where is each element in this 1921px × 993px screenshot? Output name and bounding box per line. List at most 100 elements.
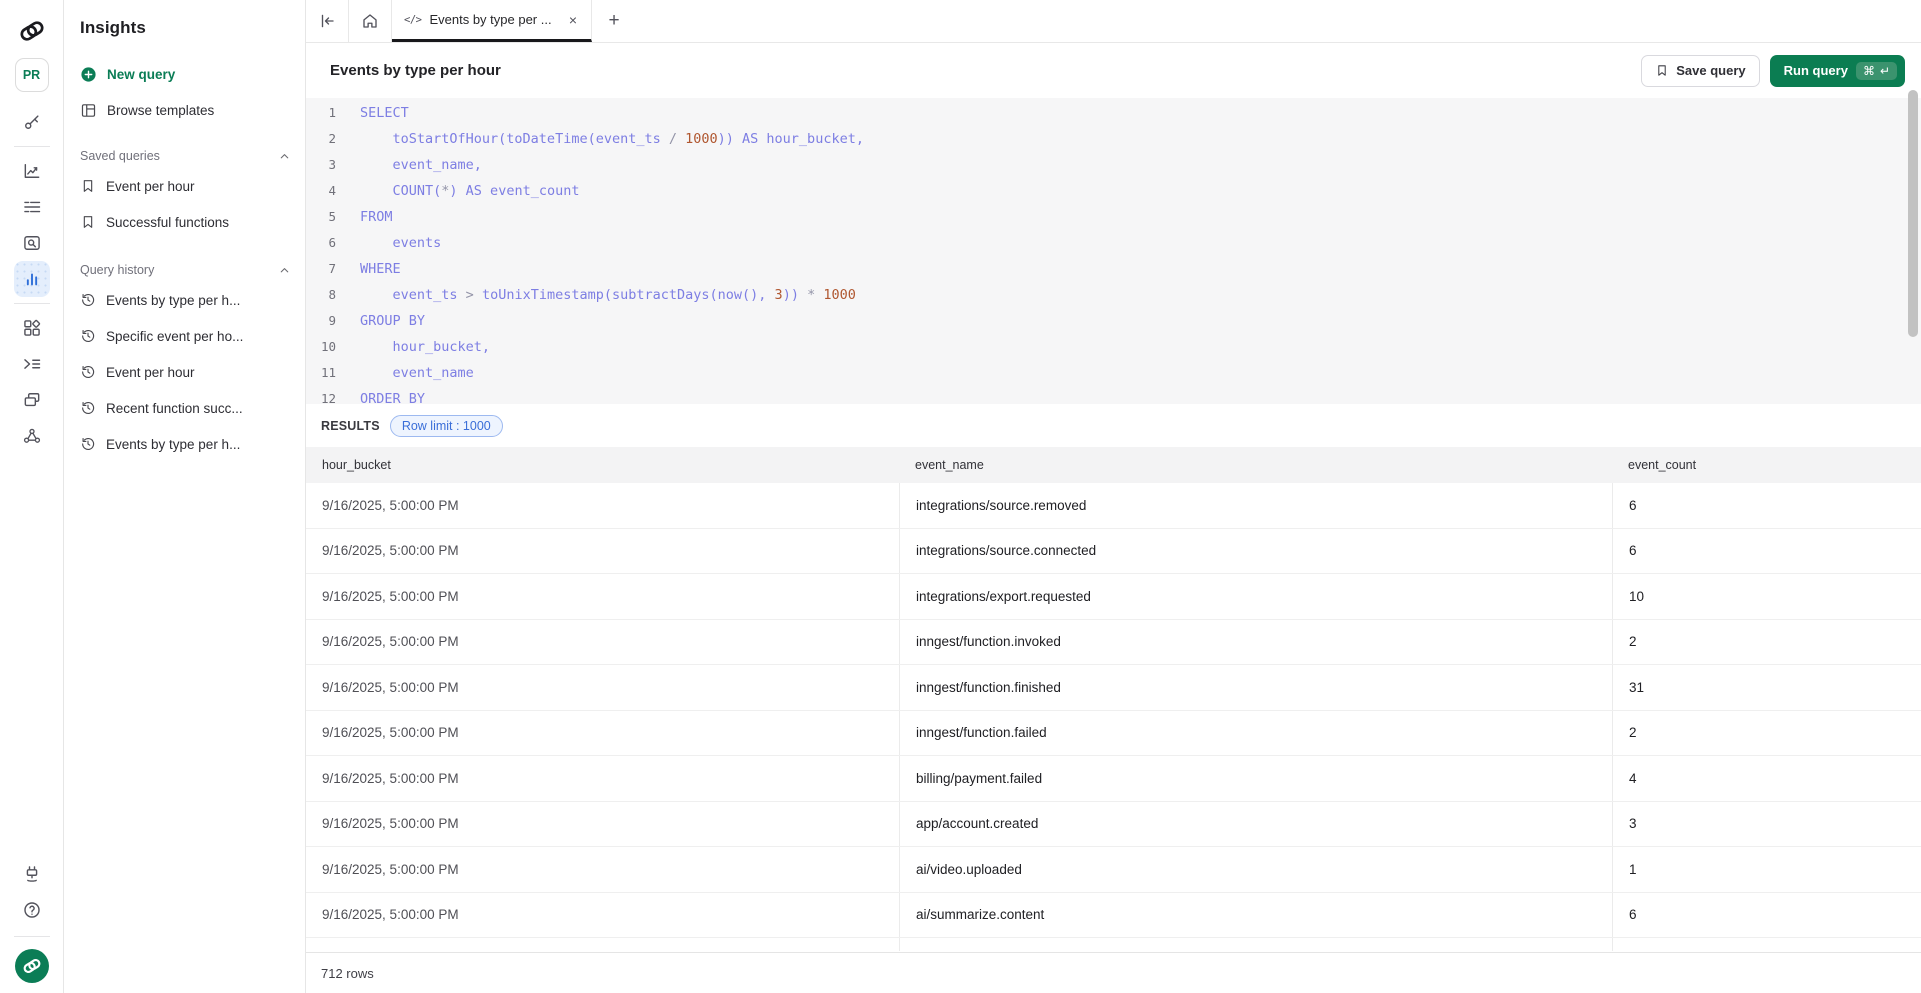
code-line: 9GROUP BY: [306, 308, 1921, 334]
saved-queries-section-header[interactable]: Saved queries: [64, 144, 305, 168]
table-row: 9/16/2025, 5:00:00 PMbilling/payment.fai…: [306, 756, 1921, 802]
cell-hour-bucket: 9/16/2025, 5:00:00 PM: [306, 711, 899, 756]
cell-hour-bucket: 9/16/2025, 5:00:00 PM: [306, 529, 899, 574]
new-query-button[interactable]: New query: [64, 58, 305, 90]
cell-hour-bucket: 9/16/2025, 5:00:00 PM: [306, 847, 899, 892]
code-line: 3 event_name,: [306, 152, 1921, 178]
cell-event-name: ai/video.uploaded: [899, 847, 1612, 892]
history-item[interactable]: Recent function succ...: [64, 390, 305, 426]
saved-queries-label: Saved queries: [80, 149, 160, 163]
workspace-avatar[interactable]: PR: [15, 58, 49, 92]
cell-hour-bucket: 9/16/2025, 5:00:00 PM: [306, 665, 899, 710]
insights-bar-chart-icon[interactable]: [14, 261, 50, 297]
line-number: 1: [306, 100, 342, 126]
connect-plug-icon[interactable]: [14, 856, 50, 892]
runs-list-icon[interactable]: [14, 189, 50, 225]
plus-circle-icon: [80, 66, 97, 83]
line-number: 8: [306, 282, 342, 308]
inngest-badge-icon[interactable]: [15, 949, 49, 983]
webhook-icon[interactable]: [14, 418, 50, 454]
cell-event-count: 31: [1612, 665, 1921, 710]
table-row: 9/16/2025, 5:00:00 PMinngest/function.in…: [306, 620, 1921, 666]
terminal-prompt-icon[interactable]: [14, 346, 50, 382]
cell-event-count: 3: [1612, 802, 1921, 847]
results-toolbar: RESULTS Row limit : 1000: [306, 404, 1921, 447]
cell-hour-bucket: 9/16/2025, 5:00:00 PM: [306, 756, 899, 801]
close-tab-icon[interactable]: ×: [567, 12, 579, 28]
cell-hour-bucket: 9/16/2025, 5:00:00 PM: [306, 893, 899, 938]
rail-divider: [14, 303, 50, 304]
save-query-label: Save query: [1676, 63, 1745, 78]
main-pane: </> Events by type per ... × + Events by…: [306, 0, 1921, 993]
apps-grid-icon[interactable]: [14, 310, 50, 346]
line-number: 9: [306, 308, 342, 334]
history-item[interactable]: Events by type per h...: [64, 282, 305, 318]
results-footer: 712 rows: [306, 952, 1921, 993]
run-shortcut-badge: ⌘ ↵: [1856, 62, 1897, 80]
enter-key-icon: ↵: [1880, 64, 1890, 78]
bookmark-icon: [80, 178, 96, 194]
home-tab-button[interactable]: [349, 0, 392, 42]
history-item[interactable]: Event per hour: [64, 354, 305, 390]
editor-scrollbar-thumb[interactable]: [1908, 90, 1918, 337]
help-icon[interactable]: [14, 892, 50, 928]
cell-event-count: 4: [1612, 756, 1921, 801]
browse-templates-label: Browse templates: [107, 103, 214, 118]
row-limit-chip[interactable]: Row limit : 1000: [390, 415, 503, 437]
run-query-button[interactable]: Run query ⌘ ↵: [1770, 55, 1905, 87]
history-item[interactable]: Events by type per h...: [64, 426, 305, 462]
table-row: 9/16/2025, 5:00:00 PMintegrations/export…: [306, 574, 1921, 620]
templates-icon: [80, 102, 97, 119]
query-history-section-header[interactable]: Query history: [64, 258, 305, 282]
cell-event-count: 1: [1612, 847, 1921, 892]
query-title: Events by type per hour: [330, 62, 501, 79]
tab-events-by-type-per-hour[interactable]: </> Events by type per ... ×: [392, 0, 592, 42]
column-header-hour-bucket: hour_bucket: [306, 458, 899, 472]
sidebar-item-label: Specific event per ho...: [106, 329, 243, 344]
history-item[interactable]: Specific event per ho...: [64, 318, 305, 354]
collapse-sidebar-button[interactable]: [306, 0, 349, 42]
new-tab-button[interactable]: +: [592, 0, 636, 42]
sidebar-item-label: Events by type per h...: [106, 437, 240, 452]
cell-event-count: 2: [1612, 620, 1921, 665]
bookmark-icon: [80, 214, 96, 230]
cell-event-name: integrations/source.connected: [899, 529, 1612, 574]
query-history-list: Events by type per h... Specific event pe…: [64, 282, 305, 462]
line-number: 2: [306, 126, 342, 152]
table-row-partial: [306, 938, 1921, 951]
cell-event-count: 2: [1612, 711, 1921, 756]
sidebar-item-label: Recent function succ...: [106, 401, 243, 416]
history-icon: [80, 292, 96, 308]
sidebar-item-label: Event per hour: [106, 365, 195, 380]
code-line: 12ORDER BY: [306, 386, 1921, 404]
sidebar-title: Insights: [64, 18, 305, 38]
save-query-button[interactable]: Save query: [1641, 55, 1759, 87]
results-label: RESULTS: [321, 419, 380, 433]
results-table-header: hour_bucket event_name event_count: [306, 447, 1921, 483]
metrics-icon[interactable]: [14, 153, 50, 189]
saved-query-item[interactable]: Event per hour: [64, 168, 305, 204]
history-icon: [80, 400, 96, 416]
search-events-icon[interactable]: [14, 225, 50, 261]
table-row: 9/16/2025, 5:00:00 PMai/summarize.conten…: [306, 893, 1921, 939]
run-query-label: Run query: [1784, 63, 1848, 78]
code-tab-icon: </>: [404, 14, 421, 26]
cell-event-count: 10: [1612, 574, 1921, 619]
chevron-up-icon: [278, 150, 291, 163]
rail-bottom-group: [0, 856, 63, 993]
saved-query-item[interactable]: Successful functions: [64, 204, 305, 240]
browse-templates-button[interactable]: Browse templates: [64, 94, 305, 126]
keys-icon[interactable]: [14, 104, 50, 140]
sidebar-item-label: Successful functions: [106, 215, 229, 230]
chat-windows-icon[interactable]: [14, 382, 50, 418]
history-icon: [80, 328, 96, 344]
row-count: 712 rows: [321, 966, 374, 981]
cell-hour-bucket: 9/16/2025, 5:00:00 PM: [306, 802, 899, 847]
sidebar-item-label: Events by type per h...: [106, 293, 240, 308]
sql-editor[interactable]: 1SELECT2 toStartOfHour(toDateTime(event_…: [306, 98, 1921, 404]
line-number: 7: [306, 256, 342, 282]
line-number: 6: [306, 230, 342, 256]
table-row: 9/16/2025, 5:00:00 PMapp/account.created…: [306, 802, 1921, 848]
cell-hour-bucket: 9/16/2025, 5:00:00 PM: [306, 483, 899, 528]
rail-divider: [14, 146, 50, 147]
